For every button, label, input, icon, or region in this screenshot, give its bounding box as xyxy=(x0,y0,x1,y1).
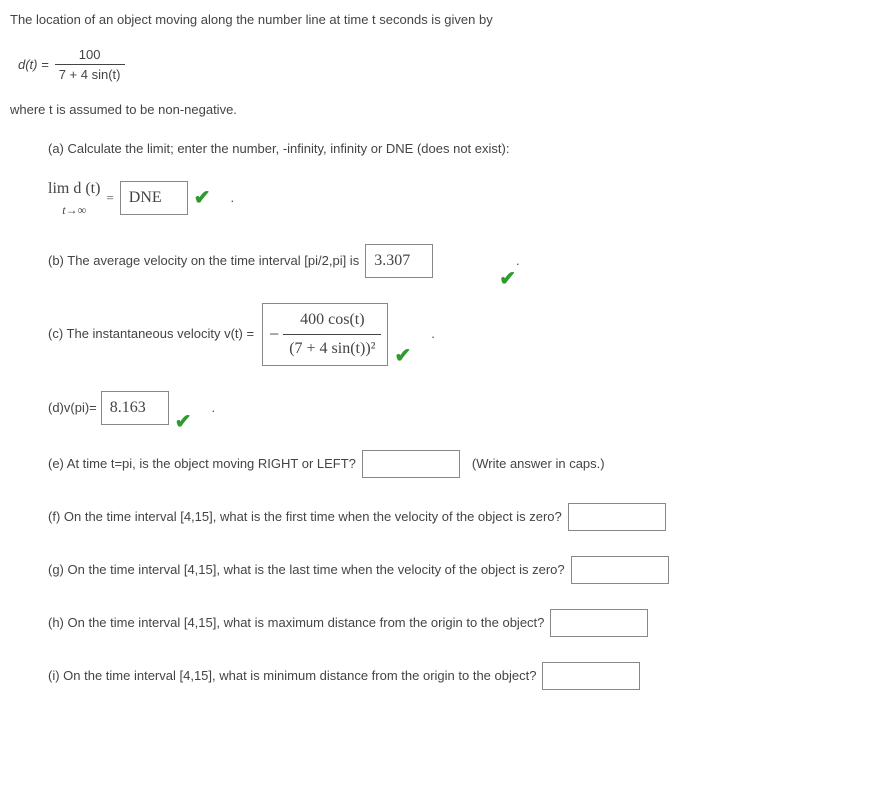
part-c: (c) The instantaneous velocity v(t) = − … xyxy=(48,303,879,366)
period: . xyxy=(231,188,235,208)
part-i: (i) On the time interval [4,15], what is… xyxy=(48,662,879,690)
part-e-text: (e) At time t=pi, is the object moving R… xyxy=(48,454,356,474)
part-a: (a) Calculate the limit; enter the numbe… xyxy=(48,139,879,219)
part-b: (b) The average velocity on the time int… xyxy=(48,244,879,278)
assumption-text: where t is assumed to be non-negative. xyxy=(10,100,879,120)
part-d-answer-input[interactable]: 8.163 xyxy=(101,391,169,425)
period: . xyxy=(431,324,435,344)
period: . xyxy=(516,251,520,271)
limit-top: lim d (t) xyxy=(48,177,100,201)
part-g-answer-input[interactable] xyxy=(571,556,669,584)
part-c-text: (c) The instantaneous velocity v(t) = xyxy=(48,324,254,344)
part-b-answer-input[interactable]: 3.307 xyxy=(365,244,433,278)
part-b-text: (b) The average velocity on the time int… xyxy=(48,251,359,271)
checkmark-icon: ✔ xyxy=(175,407,192,437)
part-f-answer-input[interactable] xyxy=(568,503,666,531)
part-a-text: (a) Calculate the limit; enter the numbe… xyxy=(48,139,879,159)
part-g: (g) On the time interval [4,15], what is… xyxy=(48,556,879,584)
part-d: (d)v(pi)= 8.163 ✔ . xyxy=(48,391,879,425)
velocity-fraction: 400 cos(t) (7 + 4 sin(t))² xyxy=(283,306,381,363)
limit-expression: lim d (t) t→∞ xyxy=(48,177,100,219)
formula-fraction: 100 7 + 4 sin(t) xyxy=(55,45,125,85)
part-h: (h) On the time interval [4,15], what is… xyxy=(48,609,879,637)
part-e: (e) At time t=pi, is the object moving R… xyxy=(48,450,879,478)
formula-d-of-t: d(t) = 100 7 + 4 sin(t) xyxy=(18,45,879,85)
part-f-text: (f) On the time interval [4,15], what is… xyxy=(48,507,562,527)
part-h-text: (h) On the time interval [4,15], what is… xyxy=(48,613,544,633)
part-e-after-text: (Write answer in caps.) xyxy=(472,454,605,474)
part-i-text: (i) On the time interval [4,15], what is… xyxy=(48,666,536,686)
part-e-answer-input[interactable] xyxy=(362,450,460,478)
formula-numerator: 100 xyxy=(55,45,125,66)
part-d-text: (d)v(pi)= xyxy=(48,398,97,418)
part-a-answer-input[interactable]: DNE xyxy=(120,181,188,215)
formula-lhs: d(t) = xyxy=(18,55,49,75)
checkmark-icon: ✔ xyxy=(499,264,516,294)
period: . xyxy=(212,398,216,418)
part-c-answer-input[interactable]: − 400 cos(t) (7 + 4 sin(t))² xyxy=(262,303,388,366)
minus-sign: − xyxy=(269,324,279,344)
part-h-answer-input[interactable] xyxy=(550,609,648,637)
part-g-text: (g) On the time interval [4,15], what is… xyxy=(48,560,565,580)
intro-text: The location of an object moving along t… xyxy=(10,10,879,30)
velocity-denominator: (7 + 4 sin(t))² xyxy=(283,335,381,363)
velocity-numerator: 400 cos(t) xyxy=(283,306,381,335)
part-f: (f) On the time interval [4,15], what is… xyxy=(48,503,879,531)
part-i-answer-input[interactable] xyxy=(542,662,640,690)
formula-denominator: 7 + 4 sin(t) xyxy=(55,65,125,85)
equals-sign: = xyxy=(106,188,113,208)
checkmark-icon: ✔ xyxy=(194,183,211,213)
limit-bottom: t→∞ xyxy=(48,201,100,219)
checkmark-icon: ✔ xyxy=(394,341,411,371)
